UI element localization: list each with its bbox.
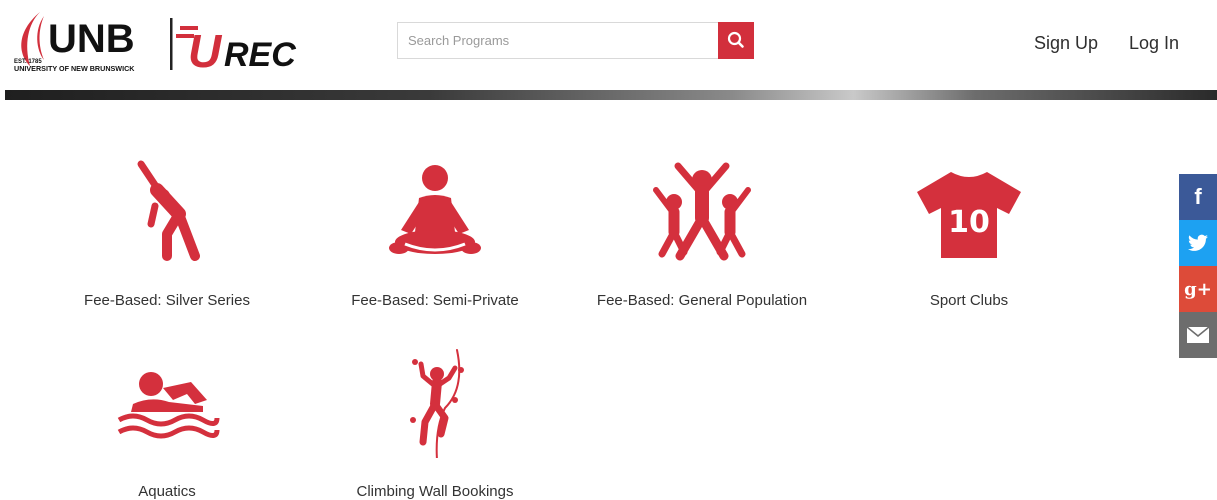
header-banner-strip	[5, 90, 1217, 100]
program-tile-sport-clubs[interactable]: 10 Sport Clubs	[839, 158, 1099, 309]
program-label: Fee-Based: General Population	[596, 292, 808, 309]
email-share-button[interactable]	[1179, 312, 1217, 358]
program-tile-semi-private[interactable]: Fee-Based: Semi-Private	[305, 158, 565, 309]
site-header: UNB EST. 1785 UNIVERSITY OF NEW BRUNSWIC…	[0, 0, 1217, 90]
log-in-link[interactable]: Log In	[1129, 33, 1179, 54]
social-share-bar: f g+	[1179, 174, 1217, 358]
google-plus-share-button[interactable]: g+	[1179, 266, 1217, 312]
logo-rec-text: REC	[224, 36, 296, 74]
program-tile-climbing-wall[interactable]: Climbing Wall Bookings	[305, 348, 565, 500]
program-label: Climbing Wall Bookings	[356, 483, 514, 500]
twitter-share-button[interactable]	[1179, 220, 1217, 266]
envelope-icon	[1187, 327, 1209, 343]
program-label: Fee-Based: Semi-Private	[351, 292, 519, 309]
program-tile-general-population[interactable]: Fee-Based: General Population	[572, 158, 832, 309]
group-jumping-icon	[653, 162, 751, 261]
search-button[interactable]	[718, 22, 754, 59]
jersey-icon: 10	[917, 172, 1021, 258]
logo-unb-text: UNB	[48, 17, 135, 61]
program-tile-aquatics[interactable]: Aquatics	[37, 348, 297, 500]
facebook-icon: f	[1194, 184, 1202, 209]
unb-urec-logo[interactable]: UNB EST. 1785 UNIVERSITY OF NEW BRUNSWIC…	[10, 10, 300, 76]
jersey-number: 10	[948, 205, 990, 240]
program-label: Aquatics	[138, 483, 196, 500]
search-icon	[727, 31, 744, 48]
facebook-share-button[interactable]: f	[1179, 174, 1217, 220]
program-tile-silver-series[interactable]: Fee-Based: Silver Series	[37, 158, 297, 309]
climber-icon	[410, 349, 464, 458]
meditation-icon	[389, 165, 481, 254]
search-bar	[397, 22, 755, 59]
google-plus-icon: g+	[1184, 278, 1212, 300]
twitter-bird-icon	[1188, 234, 1208, 251]
stretching-person-icon	[137, 160, 200, 261]
sign-up-link[interactable]: Sign Up	[1034, 33, 1098, 54]
logo-u-letter: U	[188, 25, 223, 76]
program-label: Sport Clubs	[929, 292, 1009, 309]
search-input[interactable]	[397, 22, 718, 59]
logo-university-name: UNIVERSITY OF NEW BRUNSWICK	[14, 64, 135, 73]
program-label: Fee-Based: Silver Series	[84, 292, 250, 309]
swimmer-icon	[117, 372, 220, 439]
